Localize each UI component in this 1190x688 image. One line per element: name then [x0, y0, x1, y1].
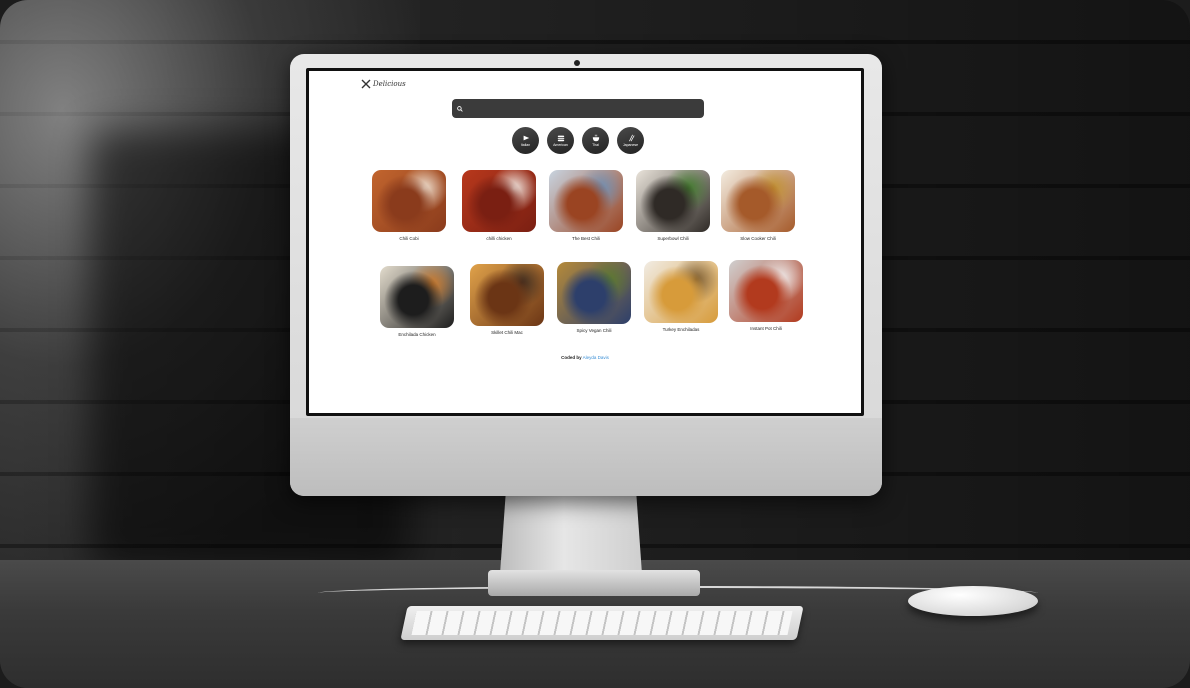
footer-author-link[interactable]: Aleyda Davis	[583, 355, 609, 360]
bowl-icon	[592, 134, 599, 142]
cuisine-label: Thai	[592, 143, 599, 147]
website-screen: Delicious Italian American Thai Japanese…	[309, 71, 861, 413]
cuisine-thai[interactable]: Thai	[582, 127, 609, 154]
pizza-icon	[523, 135, 529, 141]
recipe-image	[557, 262, 631, 324]
burger-icon	[557, 135, 564, 142]
site-logo[interactable]: Delicious	[361, 79, 406, 89]
recipe-name: Skillet Chili Mac	[491, 330, 523, 335]
site-logo-text: Delicious	[373, 80, 406, 88]
recipe-card[interactable]: Slow Cooker Chili	[721, 170, 795, 241]
recipe-name: Spicy Vegan Chili	[576, 328, 612, 333]
mouse	[908, 586, 1038, 616]
screen-bezel: Delicious Italian American Thai Japanese…	[306, 68, 864, 416]
recipe-name: Superbowl Chili	[657, 236, 689, 241]
recipe-image	[462, 170, 536, 232]
recipe-name: The Best Chili	[571, 236, 600, 241]
monitor: Delicious Italian American Thai Japanese…	[290, 54, 882, 496]
recipe-image	[636, 170, 710, 232]
recipe-card[interactable]: Chili Cobi	[372, 170, 446, 241]
camera	[574, 60, 580, 66]
utensils-icon	[361, 79, 371, 89]
cuisine-list: Italian American Thai Japanese	[512, 127, 644, 154]
footer-prefix: Coded by	[561, 355, 582, 360]
recipe-image	[729, 260, 803, 322]
recipe-card[interactable]: Spicy Vegan Chili	[557, 262, 631, 333]
cuisine-italian[interactable]: Italian	[512, 127, 539, 154]
recipe-card[interactable]: Superbowl Chili	[636, 170, 710, 241]
recipe-card[interactable]: Instant Pot Chili	[729, 260, 803, 331]
recipe-card[interactable]: Skillet Chili Mac	[470, 264, 544, 335]
recipe-card[interactable]: chilli chicken	[462, 170, 536, 241]
recipe-image	[470, 264, 544, 326]
recipe-name: Chili Cobi	[399, 236, 419, 241]
monitor-stand	[500, 494, 642, 574]
recipe-card[interactable]: Enchilada Chicken	[380, 266, 454, 337]
search-input[interactable]	[467, 104, 691, 113]
recipe-name: Slow Cooker Chili	[740, 236, 776, 241]
recipe-name: Enchilada Chicken	[398, 332, 436, 337]
recipe-name: chilli chicken	[486, 236, 512, 241]
cuisine-label: Italian	[520, 143, 531, 147]
recipe-image	[644, 261, 718, 323]
chopsticks-icon	[628, 134, 635, 142]
monitor-chin	[290, 418, 882, 496]
cuisine-american[interactable]: American	[547, 127, 574, 154]
page-footer: Coded by Aleyda Davis	[309, 355, 861, 360]
recipe-image	[721, 170, 795, 232]
desk-scene: Delicious Italian American Thai Japanese…	[0, 0, 1190, 688]
cuisine-japanese[interactable]: Japanese	[617, 127, 644, 154]
search-icon	[457, 105, 463, 112]
recipe-image	[549, 170, 623, 232]
recipe-card[interactable]: Turkey Enchiladas	[644, 261, 718, 332]
recipe-name: Turkey Enchiladas	[662, 327, 700, 332]
keyboard-keys	[411, 611, 793, 635]
recipe-image	[372, 170, 446, 232]
recipe-name: Instant Pot Chili	[750, 326, 782, 331]
keyboard	[400, 606, 804, 640]
recipe-card[interactable]: The Best Chili	[549, 170, 623, 241]
monitor-stand-base	[488, 570, 700, 596]
cuisine-label: American	[553, 143, 568, 147]
recipe-image	[380, 266, 454, 328]
cuisine-label: Japanese	[622, 143, 639, 147]
search-bar[interactable]	[452, 99, 704, 118]
